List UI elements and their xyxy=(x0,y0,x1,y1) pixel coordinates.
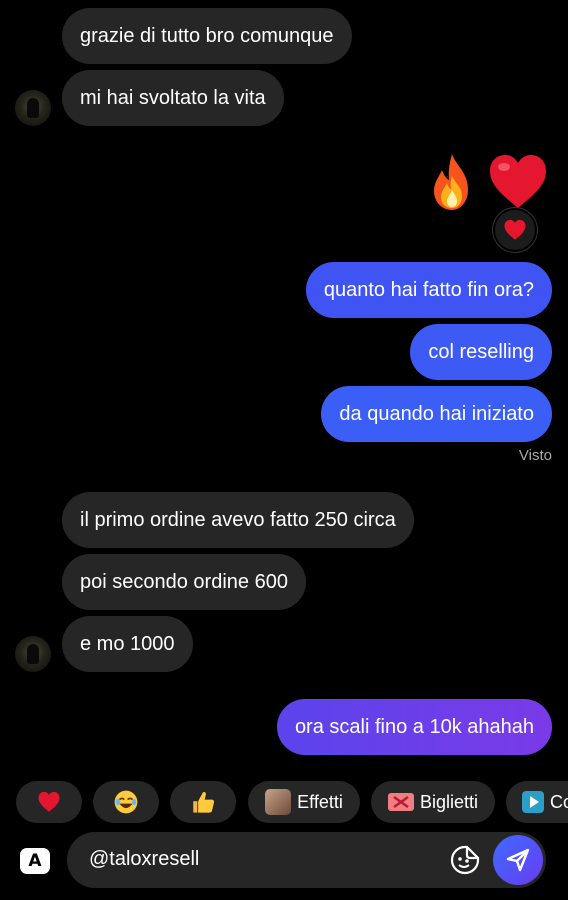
received-message[interactable]: poi secondo ordine 600 xyxy=(62,554,306,610)
quick-reply-thumbs-up[interactable] xyxy=(170,781,236,823)
sent-message[interactable]: col reselling xyxy=(410,324,552,380)
seen-status: Visto xyxy=(518,447,552,464)
effects-label: Effetti xyxy=(297,791,343,812)
message-reaction[interactable] xyxy=(493,208,537,252)
keyboard-icon[interactable]: A xyxy=(20,848,50,874)
message-input[interactable] xyxy=(89,848,429,871)
thumbs-up-icon xyxy=(193,791,215,813)
received-message[interactable]: mi hai svoltato la vita xyxy=(62,70,284,126)
received-message[interactable]: il primo ordine avevo fatto 250 circa xyxy=(62,492,414,548)
contact-avatar[interactable] xyxy=(15,90,51,126)
sent-message[interactable]: da quando hai iniziato xyxy=(321,386,552,442)
effects-icon xyxy=(265,789,292,815)
gift-ticket-icon xyxy=(387,793,414,811)
quick-reply-heart[interactable] xyxy=(16,781,82,823)
effects-button[interactable]: Effetti xyxy=(248,781,360,823)
fire-emoji[interactable] xyxy=(420,150,484,214)
red-heart-icon xyxy=(504,219,526,240)
partial-quick-reply-label: Co xyxy=(550,791,568,812)
received-message[interactable]: e mo 1000 xyxy=(62,616,193,672)
send-button[interactable] xyxy=(493,835,543,885)
tickets-button[interactable]: Biglietti xyxy=(371,781,495,823)
red-heart-emoji[interactable] xyxy=(486,150,550,214)
sent-message[interactable]: ora scali fino a 10k ahahah xyxy=(276,699,552,755)
send-icon xyxy=(506,848,530,872)
laughing-face-icon xyxy=(114,790,138,814)
sent-message[interactable]: quanto hai fatto fin ora? xyxy=(305,262,552,318)
quick-reply-laugh[interactable] xyxy=(93,781,159,823)
sticker-icon[interactable] xyxy=(450,845,480,875)
play-icon xyxy=(522,791,544,813)
red-heart-icon xyxy=(38,791,60,812)
tickets-label: Biglietti xyxy=(419,791,479,812)
received-message[interactable]: grazie di tutto bro comunque xyxy=(62,8,352,64)
message-composer xyxy=(67,832,546,888)
partial-quick-reply[interactable]: Co xyxy=(506,781,568,823)
contact-avatar[interactable] xyxy=(15,636,51,672)
quick-reply-bar: Effetti Biglietti Co xyxy=(0,781,568,823)
